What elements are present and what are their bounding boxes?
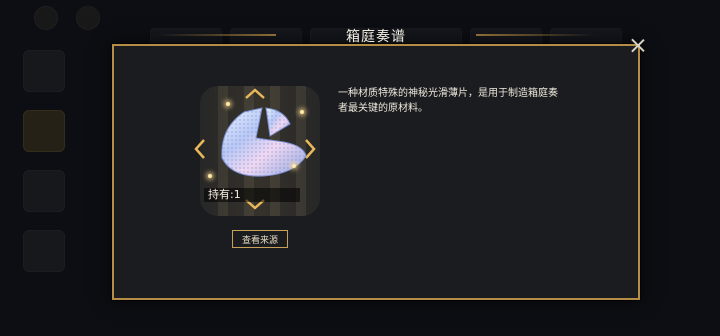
music-sheet-item-icon	[221, 107, 307, 177]
dialog-title: 箱庭奏谱	[346, 29, 406, 45]
title-ornament	[156, 34, 276, 36]
sparkle	[292, 164, 296, 168]
sparkle	[208, 174, 212, 178]
owned-count: 持有:1	[204, 188, 300, 202]
dialog-header: 箱庭奏谱	[156, 22, 596, 50]
sparkle	[226, 102, 230, 106]
item-description: 一种材质特殊的神秘光滑薄片，是用于制造箱庭奏者最关键的原材料。	[338, 88, 558, 114]
chevron-left-icon	[194, 139, 205, 159]
title-ornament	[476, 34, 596, 36]
sparkle	[300, 110, 304, 114]
view-source-button[interactable]: 查看来源	[232, 230, 288, 248]
item-detail-dialog: 箱庭奏谱 持有:1 查看来源 一种材质特殊的神秘光滑薄片，是用于制造箱庭奏者最关…	[112, 29, 640, 300]
close-icon[interactable]	[626, 34, 650, 58]
